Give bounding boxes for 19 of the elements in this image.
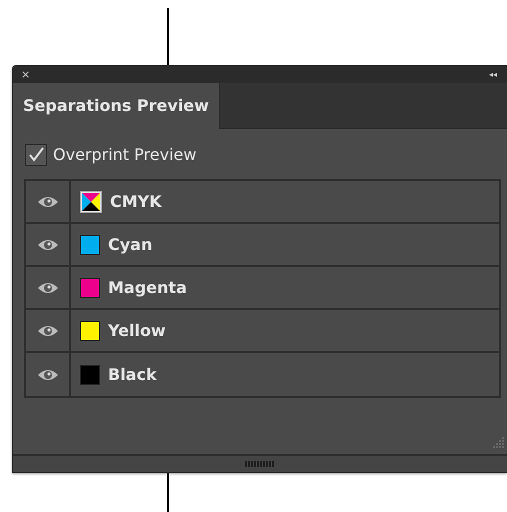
ink-name: Magenta	[108, 276, 187, 298]
eye-icon[interactable]	[36, 368, 58, 382]
eye-icon[interactable]	[36, 194, 58, 208]
eye-icon[interactable]	[36, 324, 58, 338]
checkbox[interactable]	[25, 144, 47, 166]
ink-name: Yellow	[108, 320, 166, 342]
ink-name: Black	[108, 364, 157, 386]
eye-icon[interactable]	[36, 238, 58, 252]
checkbox-label: Overprint Preview	[53, 144, 196, 166]
guide-line	[167, 8, 169, 65]
cmyk-swatch-icon	[80, 190, 102, 212]
ink-name: CMYK	[110, 190, 162, 212]
drag-handle-icon[interactable]	[245, 461, 275, 467]
collapse-button[interactable]: ◂◂	[488, 70, 497, 78]
close-button[interactable]: ×	[21, 69, 30, 80]
ink-name: Cyan	[108, 234, 152, 256]
guide-line	[167, 473, 169, 512]
panel-tab[interactable]: Separations Preview	[13, 83, 220, 129]
eye-icon[interactable]	[36, 280, 58, 294]
